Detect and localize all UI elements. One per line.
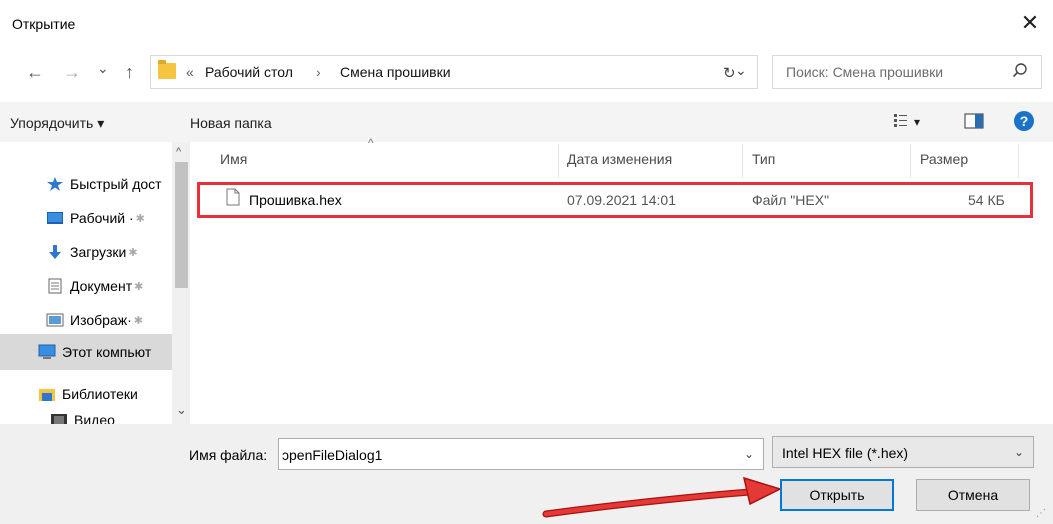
forward-icon[interactable]: → <box>63 62 81 83</box>
nav-item-pictures[interactable]: Изображ· ✱ <box>46 303 143 337</box>
new-folder-button[interactable]: Новая папка <box>190 115 272 131</box>
breadcrumb-desktop[interactable]: Рабочий стол <box>205 64 293 80</box>
address-dropdown-icon[interactable]: ⌄ <box>735 62 747 79</box>
breadcrumb-overflow[interactable]: « <box>186 64 194 80</box>
title-bar <box>0 0 1053 48</box>
annotation-arrow <box>542 476 783 518</box>
cancel-button[interactable]: Отмена <box>916 479 1030 511</box>
view-options-icon[interactable] <box>893 112 909 128</box>
view-dropdown-icon[interactable]: ▾ <box>914 115 920 129</box>
search-icon[interactable] <box>1010 61 1030 81</box>
filename-label: Имя файла: <box>189 447 268 463</box>
open-button[interactable]: Открыть <box>780 479 894 511</box>
resize-grip-icon[interactable]: ⋰ <box>1036 508 1046 519</box>
pin-icon: ✱ <box>135 212 145 225</box>
back-icon[interactable]: ← <box>26 62 44 83</box>
nav-item-desktop[interactable]: Рабочий · ✱ <box>46 201 145 235</box>
image-icon <box>46 313 64 327</box>
nav-item-label: Изображ· <box>70 312 132 328</box>
pin-icon: ✱ <box>133 314 143 327</box>
filter-dropdown-icon[interactable]: ⌄ <box>1014 445 1024 459</box>
preview-pane-icon[interactable] <box>964 113 984 129</box>
nav-item-this-pc[interactable]: Этот компьют <box>38 335 151 369</box>
column-separator[interactable] <box>558 144 559 178</box>
breadcrumb-separator: › <box>316 64 321 80</box>
window-title: Открытие <box>12 16 76 32</box>
column-separator[interactable] <box>742 144 743 178</box>
nav-item-label: Быстрый дост <box>70 176 162 192</box>
nav-item-quick-access[interactable]: Быстрый дост <box>46 167 162 201</box>
nav-item-label: Этот компьют <box>62 344 152 360</box>
nav-item-label: Библиотеки <box>62 386 138 402</box>
computer-icon <box>38 344 56 359</box>
refresh-icon[interactable]: ↻ <box>723 64 736 82</box>
pin-icon: ✱ <box>128 246 138 259</box>
search-placeholder[interactable]: Поиск: Смена прошивки <box>786 64 943 80</box>
filename-dropdown-icon[interactable]: ⌄ <box>744 447 754 461</box>
column-header-size[interactable]: Размер <box>920 151 968 167</box>
filename-value[interactable]: ɔpenFileDialog1 <box>282 447 382 463</box>
scroll-down-icon[interactable]: ⌄ <box>176 402 187 418</box>
up-icon[interactable]: ↑ <box>125 62 134 83</box>
column-header-type[interactable]: Тип <box>752 151 775 167</box>
folder-icon <box>158 60 176 79</box>
download-icon <box>49 245 61 259</box>
annotation-highlight-box <box>197 182 1033 218</box>
pin-icon: ✱ <box>134 280 144 293</box>
nav-item-label: Загрузки <box>70 244 127 260</box>
help-icon[interactable]: ? <box>1014 111 1034 131</box>
nav-scrollbar-thumb[interactable] <box>175 162 188 288</box>
scroll-up-icon[interactable]: ^ <box>176 146 181 158</box>
document-icon <box>48 278 62 294</box>
organize-button[interactable]: Упорядочить ▾ <box>10 115 104 132</box>
column-header-name[interactable]: Имя <box>220 151 247 167</box>
file-type-filter-value[interactable]: Intel HEX file (*.hex) <box>782 445 908 461</box>
nav-item-libraries[interactable]: Библиотеки <box>38 377 138 411</box>
close-icon[interactable]: ✕ <box>1017 10 1043 36</box>
recent-locations-icon[interactable]: ⌄ <box>97 60 109 77</box>
sort-ascending-icon: ^ <box>368 136 374 150</box>
nav-item-documents[interactable]: Документ ✱ <box>46 269 143 303</box>
nav-item-label: Документ <box>70 278 133 294</box>
desktop-icon <box>47 212 63 224</box>
column-separator[interactable] <box>910 144 911 178</box>
column-header-date[interactable]: Дата изменения <box>567 151 672 167</box>
nav-item-label: Рабочий · <box>70 210 134 226</box>
library-icon <box>39 389 55 401</box>
breadcrumb-current[interactable]: Смена прошивки <box>340 64 451 80</box>
star-icon <box>47 177 63 191</box>
nav-item-downloads[interactable]: Загрузки ✱ <box>46 235 138 269</box>
column-separator[interactable] <box>1018 144 1019 178</box>
